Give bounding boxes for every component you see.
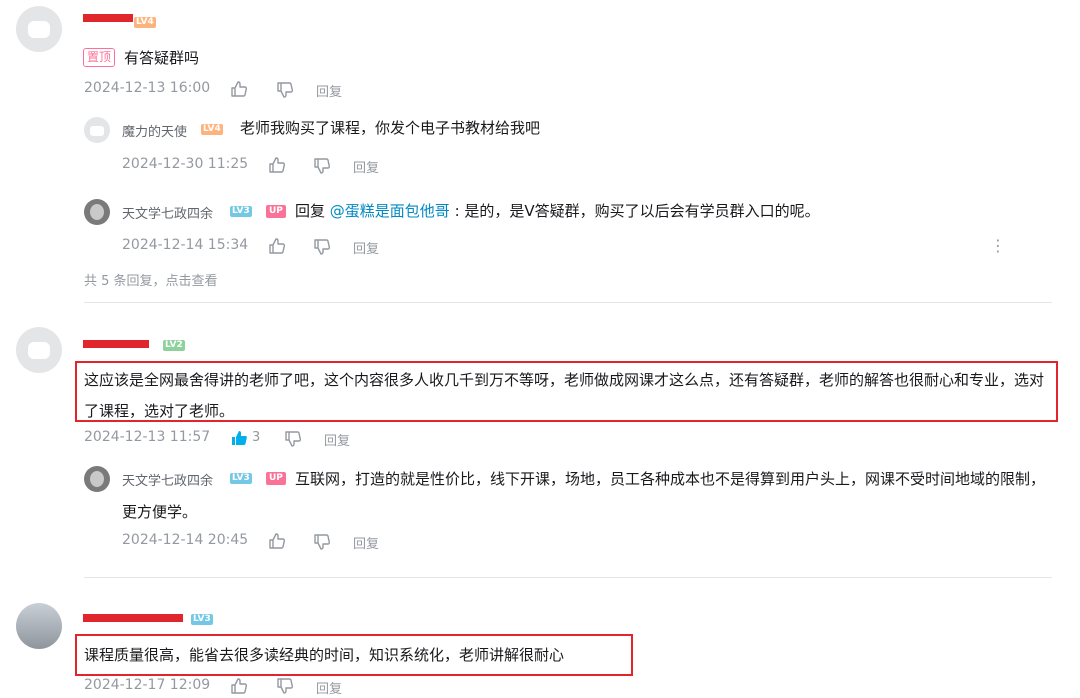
reply-body: : 是的，是V答疑群，购买了以后会有学员群入口的呢。 <box>449 202 820 220</box>
reply-button[interactable]: 回复 <box>316 81 342 100</box>
level-badge: LV4 <box>134 17 156 28</box>
level-badge: LV4 <box>201 124 223 135</box>
comment-text: 课程质量很高，能省去很多读经典的时间，知识系统化，老师讲解很耐心 <box>84 646 565 664</box>
thumbs-down-icon[interactable] <box>284 430 302 448</box>
thumbs-down-icon[interactable] <box>276 677 294 695</box>
level-badge: LV3 <box>230 206 252 217</box>
comment-time: 2024-12-17 12:09 <box>84 677 211 693</box>
reply-button[interactable]: 回复 <box>353 533 379 552</box>
thumbs-up-icon[interactable] <box>268 156 286 174</box>
level-badge: LV2 <box>163 340 185 351</box>
reply-time: 2024-12-14 15:34 <box>122 237 249 253</box>
mention-link[interactable]: @蛋糕是面包他哥 <box>330 202 450 220</box>
more-vertical-icon[interactable]: ⋮ <box>990 236 1006 255</box>
divider <box>84 577 1052 578</box>
comment-text: 这应该是全网最舍得讲的老师了吧，这个内容很多人收几千到万不等呀，老师做成网课才这… <box>84 371 1045 420</box>
reply-button[interactable]: 回复 <box>324 430 350 449</box>
thumbs-down-icon[interactable] <box>313 157 331 175</box>
reply-button[interactable]: 回复 <box>353 238 379 257</box>
like-count: 3 <box>252 430 261 445</box>
reply-text: 互联网，打造的就是性价比，线下开课，场地，员工各种成本也不是得算到用户头上，网课… <box>122 470 1046 521</box>
reply-username[interactable]: 魔力的天使 <box>122 121 187 140</box>
reply-button[interactable]: 回复 <box>316 678 342 697</box>
thumbs-up-icon[interactable] <box>230 80 248 98</box>
comment-text: 有答疑群吗 <box>124 49 200 67</box>
up-avatar[interactable] <box>84 466 110 492</box>
up-avatar[interactable] <box>84 199 110 225</box>
commenter-avatar-2[interactable] <box>16 327 62 373</box>
reply-time: 2024-12-30 11:25 <box>122 156 249 172</box>
reply-text: 回复 @蛋糕是面包他哥 : 是的，是V答疑群，购买了以后会有学员群入口的呢。 <box>295 199 820 223</box>
pinned-badge: 置顶 <box>83 48 116 67</box>
thumbs-down-icon[interactable] <box>313 238 331 256</box>
reply-avatar[interactable] <box>84 117 110 143</box>
commenter-avatar-3[interactable] <box>16 603 62 649</box>
reply-text: 老师我购买了课程，你发个电子书教材给我吧 <box>240 119 541 137</box>
thumbs-up-icon[interactable] <box>268 237 286 255</box>
reply-username[interactable]: 天文学七政四余 <box>122 203 213 222</box>
thumbs-down-icon[interactable] <box>276 81 294 99</box>
divider <box>84 302 1052 303</box>
reply-button[interactable]: 回复 <box>353 157 379 176</box>
level-badge: LV3 <box>191 614 213 625</box>
redacted-username-2 <box>83 340 149 348</box>
up-badge: UP <box>266 205 286 218</box>
thumbs-down-icon[interactable] <box>313 533 331 551</box>
comment-time: 2024-12-13 16:00 <box>84 80 211 96</box>
view-more-replies[interactable]: 共 5 条回复，点击查看 <box>84 270 218 289</box>
reply-prefix: 回复 <box>295 202 326 220</box>
thumbs-up-icon[interactable] <box>268 532 286 550</box>
commenter-avatar-1[interactable] <box>16 6 62 52</box>
reply-time: 2024-12-14 20:45 <box>122 532 249 548</box>
redacted-username-3 <box>83 614 183 622</box>
comment-time: 2024-12-13 11:57 <box>84 429 211 445</box>
thumbs-up-icon[interactable] <box>230 677 248 695</box>
thumbs-up-icon[interactable] <box>230 429 248 447</box>
redacted-username-1 <box>83 14 133 22</box>
